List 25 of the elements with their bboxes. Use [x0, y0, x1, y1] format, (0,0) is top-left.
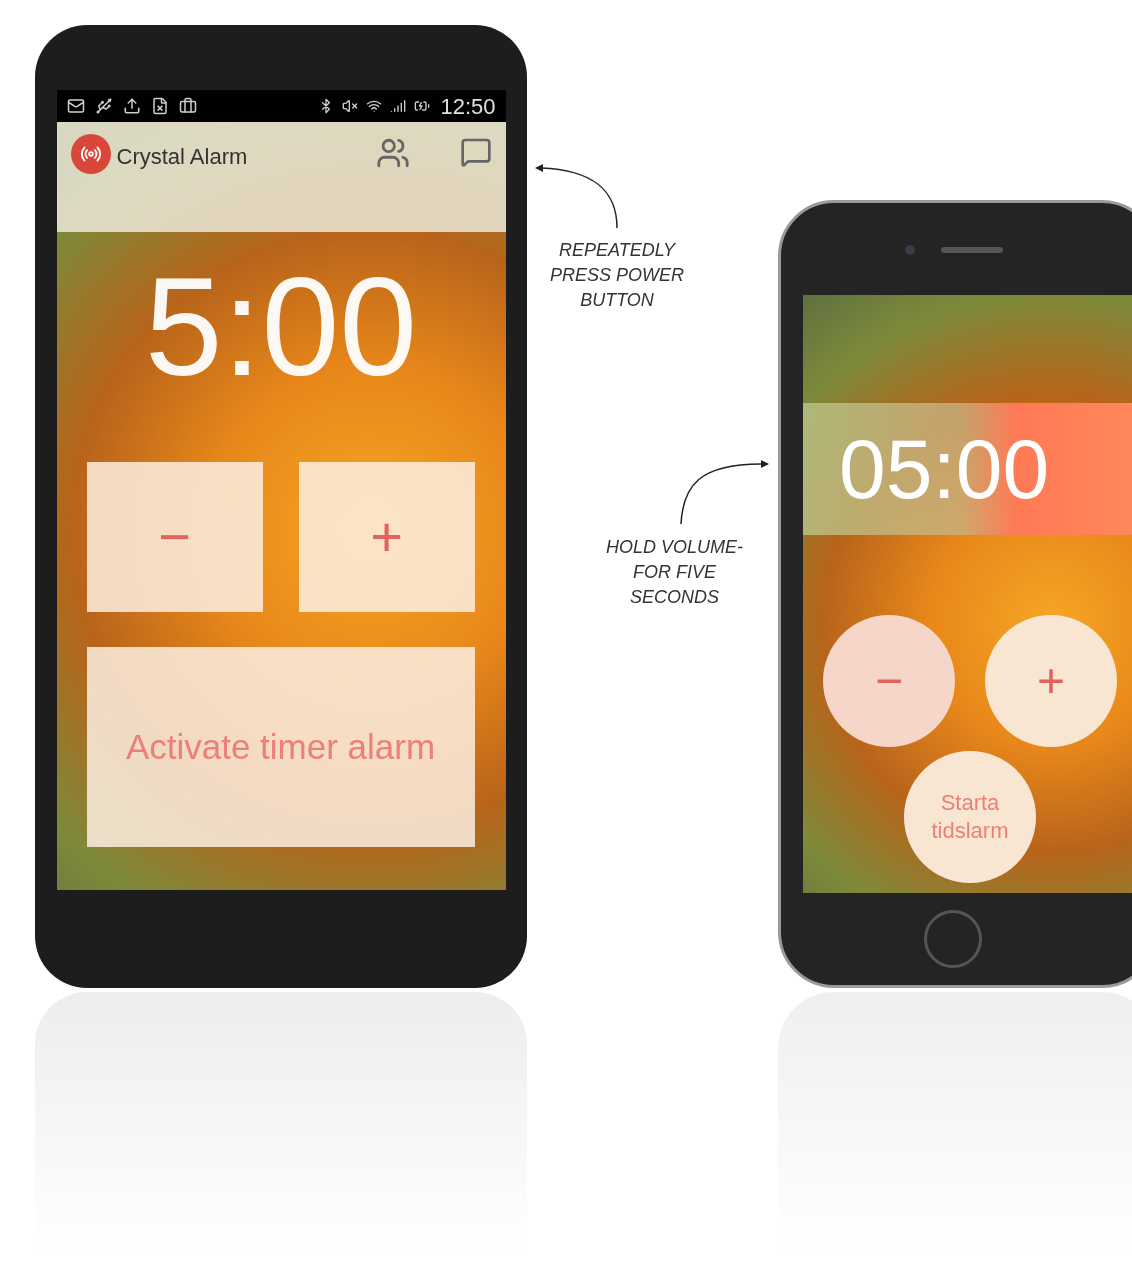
minus-button[interactable]: − — [86, 462, 263, 612]
start-alarm-button[interactable]: Starta tidslarm — [904, 751, 1036, 883]
briefcase-icon — [178, 97, 197, 115]
plus-button[interactable]: + — [985, 615, 1117, 747]
message-icon[interactable] — [459, 136, 492, 168]
plus-button[interactable]: + — [298, 462, 475, 612]
home-button[interactable] — [924, 910, 982, 968]
people-icon[interactable] — [375, 136, 410, 170]
clock-time: 12:50 — [440, 92, 496, 121]
speaker — [941, 247, 1003, 253]
signal-icon — [390, 98, 407, 114]
battery-icon — [414, 98, 431, 114]
timer-display: 5:00 — [144, 262, 418, 392]
minus-button[interactable]: − — [823, 615, 955, 747]
camera — [905, 245, 915, 255]
mute-icon — [342, 98, 359, 114]
mail-icon — [66, 97, 85, 115]
timer-display: 05:00 — [839, 421, 1050, 518]
wifi-icon — [366, 98, 383, 114]
app-title: Crystal Alarm — [116, 143, 248, 171]
activate-alarm-button[interactable]: Activate timer alarm — [86, 647, 475, 847]
usb-icon — [94, 97, 113, 115]
upload-icon — [122, 97, 141, 115]
annotation: REPEATEDLY PRESS POWER BUTTON — [549, 239, 685, 312]
annotation: HOLD VOLUME- FOR FIVE SECONDS — [605, 536, 744, 609]
